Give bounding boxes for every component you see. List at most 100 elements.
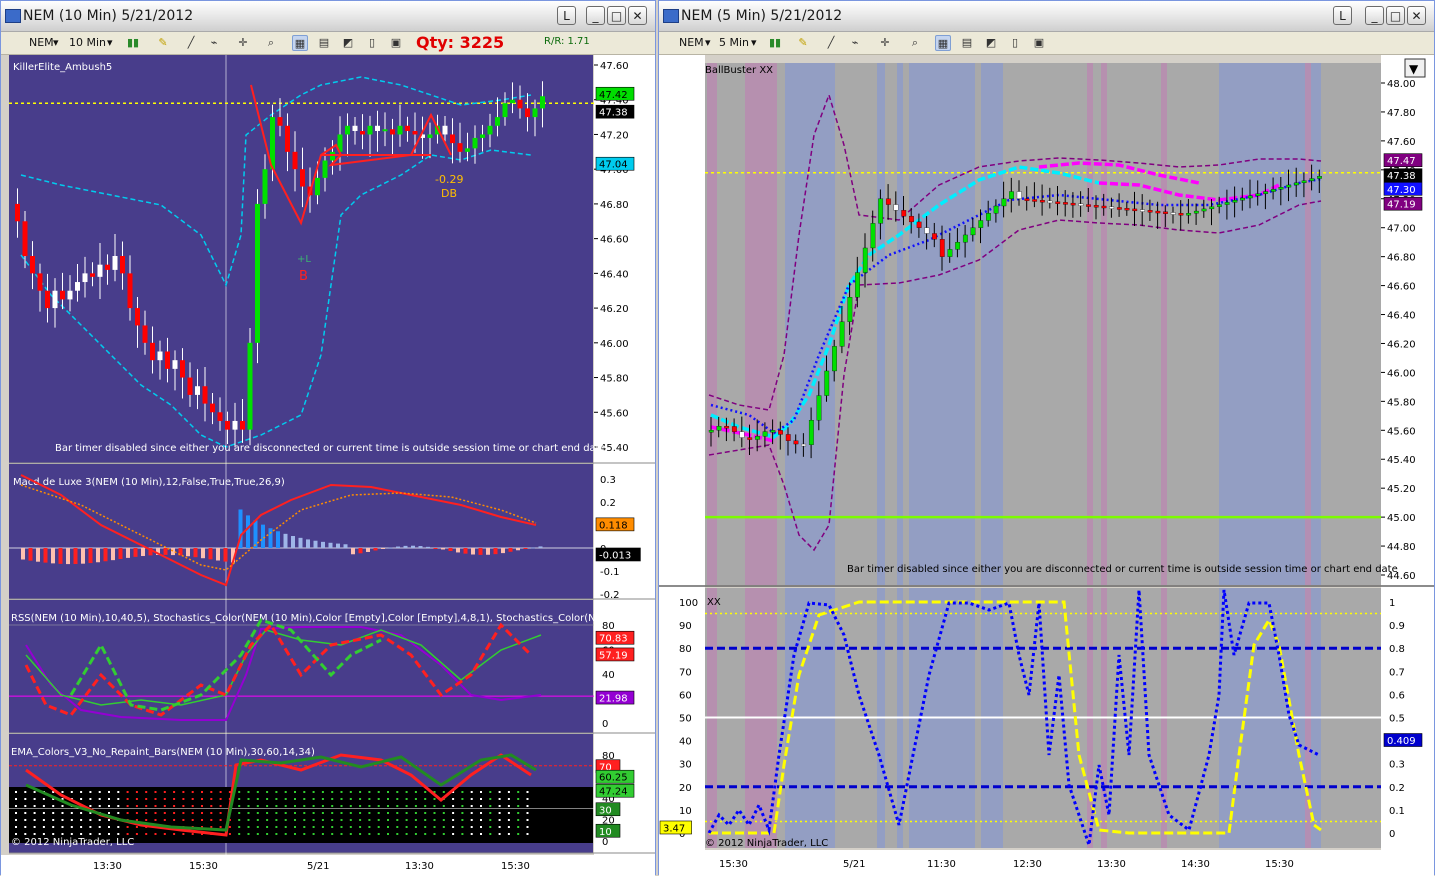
left-toolbar: NEM ▾ 10 Min ▾ ▮▮ ✎ ╱ ⌁ ✛ ⌕ ▦ ▤ ◩ ▯ ▣ Qt…: [1, 32, 655, 55]
macd-histogram-bar: [28, 548, 33, 561]
indicators-icon[interactable]: ▤: [959, 35, 975, 51]
minimize-icon[interactable]: _: [1365, 6, 1384, 25]
ema-dot: [396, 791, 399, 793]
ema-dot: [321, 812, 324, 814]
left-title-bar[interactable]: NEM (10 Min) 5/21/2012 L _ □ ✕: [1, 1, 655, 32]
r-y-tick-label: 48.00: [1387, 79, 1416, 90]
x-tick-label: 15:30: [501, 861, 530, 872]
ema-dot: [405, 798, 408, 800]
l-button[interactable]: L: [557, 6, 576, 25]
copyright: © 2012 NinjaTrader, LLC: [11, 837, 134, 848]
fib-tool-icon[interactable]: ⌁: [206, 35, 222, 51]
maximize-icon[interactable]: □: [1386, 6, 1405, 25]
r-candle-body: [1039, 200, 1045, 203]
strategies-icon[interactable]: ◩: [983, 35, 999, 51]
ema-dot: [442, 819, 445, 821]
ema-dot: [387, 826, 389, 828]
pencil-icon[interactable]: ✎: [795, 35, 811, 51]
strategies-icon[interactable]: ◩: [340, 35, 356, 51]
r-candle-body: [1186, 213, 1192, 216]
zoom-icon[interactable]: ⌕: [907, 35, 923, 51]
r-candle-body: [770, 430, 776, 433]
zoom-icon[interactable]: ⌕: [263, 35, 279, 51]
osc-left-tick: 60: [679, 690, 692, 701]
pencil-icon[interactable]: ✎: [155, 35, 171, 51]
ema-dot: [42, 826, 45, 828]
ema-dot: [238, 805, 241, 807]
properties-icon[interactable]: ▦: [292, 35, 308, 51]
candle-body: [525, 108, 530, 118]
crosshair-icon[interactable]: ✛: [235, 35, 251, 51]
osc-right-marker: 0.409: [1387, 736, 1416, 747]
ema-dot: [294, 798, 296, 800]
fib-tool-icon[interactable]: ⌁: [847, 35, 863, 51]
app-icon: [5, 9, 21, 23]
properties-icon[interactable]: ▦: [935, 35, 951, 51]
session-shade: [1101, 63, 1107, 585]
crosshair-icon[interactable]: ✛: [877, 35, 893, 51]
left-chart-area[interactable]: 47.6047.4047.2047.0046.8046.6046.4046.20…: [1, 55, 655, 876]
r-candle-body: [1047, 200, 1053, 204]
ema-dot: [303, 791, 306, 793]
interval-chevron-icon[interactable]: ▾: [107, 35, 113, 51]
symbol-dropdown[interactable]: NEM: [29, 35, 54, 51]
ema-dot: [61, 812, 64, 814]
symbol-dropdown[interactable]: NEM: [679, 35, 704, 51]
rss-y-tick: 80: [602, 621, 615, 632]
r-candle-body: [1032, 199, 1038, 202]
risk-reward-label: R/R: 1.71: [544, 36, 590, 47]
osc-left-tick: 40: [679, 737, 692, 748]
interval-dropdown[interactable]: 5 Min: [719, 35, 749, 51]
annotation-b: B: [299, 269, 308, 284]
macd-histogram-bar: [373, 548, 378, 551]
close-icon[interactable]: ✕: [1407, 6, 1426, 25]
chart-trader-icon[interactable]: ▣: [1031, 35, 1047, 51]
close-icon[interactable]: ✕: [628, 6, 647, 25]
macd-histogram-bar: [216, 548, 220, 561]
symbol-chevron-icon[interactable]: ▾: [705, 35, 711, 51]
symbol-chevron-icon[interactable]: ▾: [53, 35, 59, 51]
interval-dropdown[interactable]: 10 Min: [69, 35, 106, 51]
candle-body: [277, 117, 283, 126]
bar-type-icon[interactable]: ▮▮: [125, 35, 141, 51]
macd-histogram-bar: [171, 548, 175, 556]
ema-dot: [387, 833, 389, 835]
ema-dot: [507, 826, 510, 828]
r-candle-body: [801, 443, 807, 447]
ema-dot: [452, 819, 455, 821]
rss-marker-2: 57.19: [599, 650, 628, 661]
data-box-icon[interactable]: ▯: [364, 35, 380, 51]
line-tool-icon[interactable]: ╱: [183, 35, 199, 51]
r-x-tick-label: 14:30: [1181, 859, 1210, 870]
candle-body: [502, 103, 508, 118]
right-title-bar[interactable]: NEM (5 Min) 5/21/2012 L _ □ ✕: [659, 1, 1434, 32]
ema-dot: [331, 798, 334, 800]
ema-dot: [433, 826, 436, 828]
ema-dot: [396, 812, 399, 814]
bar-type-icon[interactable]: ▮▮: [767, 35, 783, 51]
indicators-icon[interactable]: ▤: [316, 35, 332, 51]
ema-dot: [275, 805, 278, 807]
ema-dot: [405, 833, 408, 835]
ema-dot: [442, 805, 445, 807]
ema-dot: [247, 826, 250, 828]
ema-dot: [238, 833, 241, 835]
right-chart-area[interactable]: 48.0047.8047.6047.4047.2047.0046.8046.60…: [659, 55, 1434, 876]
line-tool-icon[interactable]: ╱: [823, 35, 839, 51]
r-candle-body: [1232, 200, 1238, 203]
maximize-icon[interactable]: □: [607, 6, 626, 25]
r-candle-body: [808, 420, 814, 445]
l-button[interactable]: L: [1333, 6, 1352, 25]
y-tick-label: 46.00: [600, 339, 629, 350]
r-candle-body: [1209, 206, 1215, 210]
interval-chevron-icon[interactable]: ▾: [751, 35, 757, 51]
chevron-down-icon: ▼: [1409, 62, 1419, 76]
minimize-icon[interactable]: _: [586, 6, 605, 25]
rss-y-tick: 40: [602, 670, 615, 681]
ema-dot: [303, 812, 306, 814]
ema-dot: [247, 819, 250, 821]
ema-dot: [145, 798, 148, 800]
data-box-icon[interactable]: ▯: [1007, 35, 1023, 51]
macd-histogram-bar: [223, 548, 228, 562]
chart-trader-icon[interactable]: ▣: [388, 35, 404, 51]
